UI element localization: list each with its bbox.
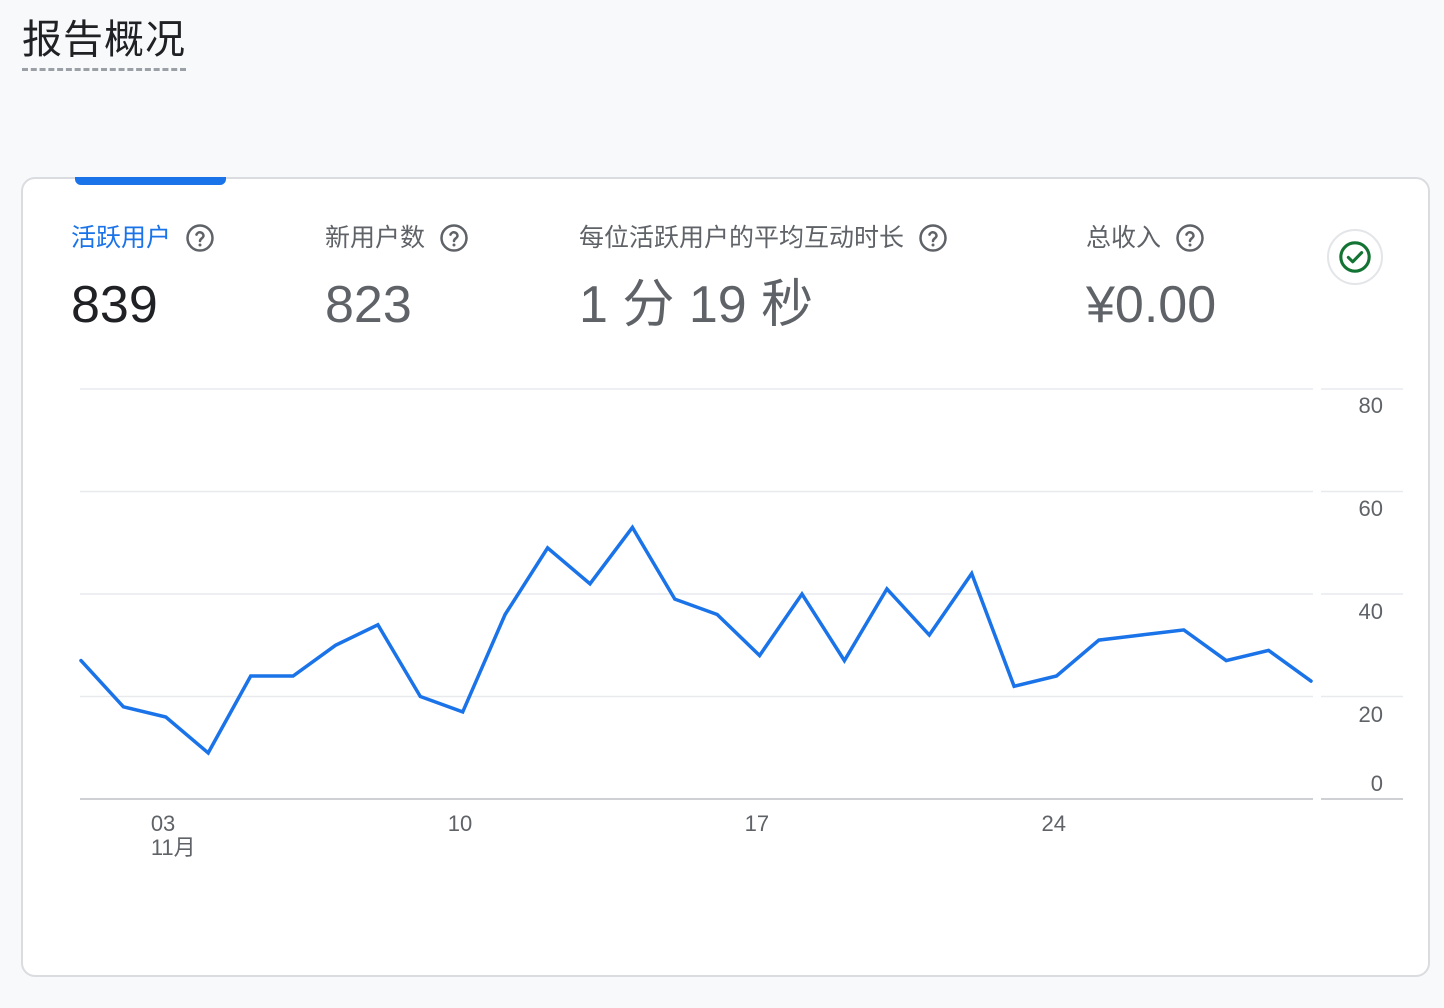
x-tick-sublabel: 11月 [151, 835, 196, 860]
y-tick-label: 80 [1359, 393, 1383, 418]
data-point[interactable] [1308, 678, 1314, 684]
data-point[interactable] [714, 612, 720, 618]
data-point[interactable] [163, 714, 169, 720]
data-point[interactable] [1054, 673, 1060, 679]
data-point[interactable] [841, 658, 847, 664]
data-point[interactable] [1096, 637, 1102, 643]
series-line [79, 524, 1313, 756]
data-point[interactable] [417, 694, 423, 700]
data-point[interactable] [672, 596, 678, 602]
data-point[interactable] [1138, 632, 1144, 638]
data-point[interactable] [248, 673, 254, 679]
data-point[interactable] [460, 709, 466, 715]
y-tick-label: 60 [1359, 496, 1383, 521]
data-point[interactable] [502, 612, 508, 618]
data-point[interactable] [969, 571, 975, 577]
overview-card: 活跃用户 839 新用户数 823 每位活跃用户的平均互动时长 1 分 19 秒… [21, 177, 1430, 977]
x-tick-label: 17 [745, 811, 769, 836]
data-point[interactable] [78, 658, 84, 664]
page-title: 报告概况 [22, 14, 186, 71]
data-point[interactable] [375, 622, 381, 628]
data-point[interactable] [799, 591, 805, 597]
data-point[interactable] [587, 581, 593, 587]
y-tick-label: 40 [1359, 599, 1383, 624]
y-tick-label: 20 [1359, 702, 1383, 727]
y-tick-label: 0 [1371, 771, 1383, 796]
x-tick-label: 03 [151, 811, 175, 836]
data-point[interactable] [926, 632, 932, 638]
data-point[interactable] [629, 524, 635, 530]
x-tick-label: 24 [1042, 811, 1066, 836]
data-point[interactable] [1181, 627, 1187, 633]
x-tick-label: 10 [448, 811, 472, 836]
data-point[interactable] [884, 586, 890, 592]
data-point[interactable] [1266, 647, 1272, 653]
data-point[interactable] [1223, 658, 1229, 664]
data-point[interactable] [290, 673, 296, 679]
line-chart: 80 60 40 20 0 0311月 10 17 24 [78, 388, 1403, 860]
data-point[interactable] [205, 750, 211, 756]
data-point[interactable] [1011, 683, 1017, 689]
data-point[interactable] [545, 545, 551, 551]
data-point[interactable] [332, 642, 338, 648]
data-point[interactable] [757, 653, 763, 659]
data-point[interactable] [120, 704, 126, 710]
